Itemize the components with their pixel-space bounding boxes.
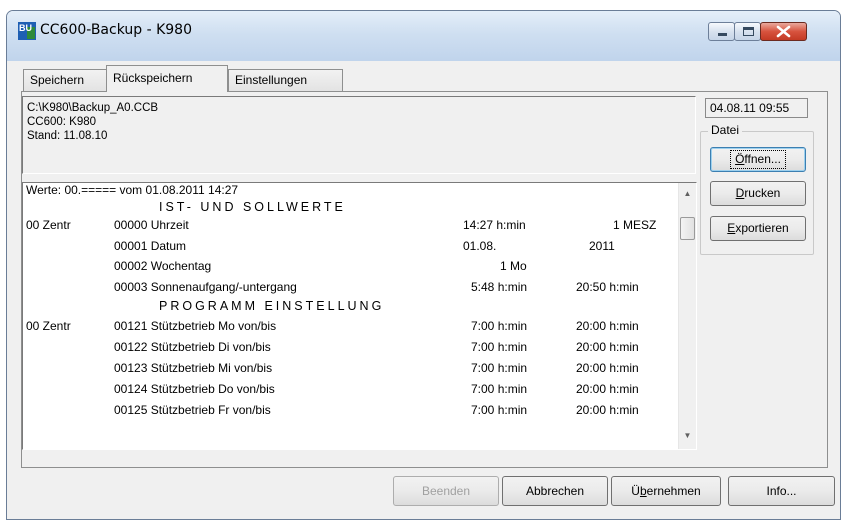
row-parameter: 00122 Stützbetrieb Di von/bis: [114, 340, 271, 354]
values-list: Werte: 00.===== vom 01.08.2011 14:27 IST…: [23, 183, 679, 449]
abbrechen-label: Abbrechen: [525, 484, 585, 498]
export-button-label: Exportieren: [727, 217, 788, 240]
list-item[interactable]: 00 Zentr 00121 Stützbetrieb Mo von/bis 7…: [23, 317, 679, 335]
tab-speichern[interactable]: Speichern: [23, 69, 107, 91]
list-header-line: Werte: 00.===== vom 01.08.2011 14:27: [23, 183, 679, 199]
row-parameter: 00124 Stützbetrieb Do von/bis: [114, 382, 275, 396]
tab-einstellungen[interactable]: Einstellungen: [228, 69, 343, 91]
row-value: 7:00 h:min: [471, 403, 528, 417]
export-button[interactable]: Exportieren: [710, 216, 806, 241]
list-item[interactable]: 00 Zentr 00000 Uhrzeit 14:27 h:min 1 MES…: [23, 216, 679, 234]
values-header-text: Werte: 00.===== vom 01.08.2011 14:27: [26, 183, 239, 197]
window-title: CC600-Backup - K980: [40, 22, 192, 38]
row-parameter: 00001 Datum: [114, 239, 187, 253]
row-value: 5:48 h:min: [471, 280, 528, 294]
backup-file-path: C:\K980\Backup_A0.CCB: [27, 102, 159, 114]
row-parameter: 00125 Stützbetrieb Fr von/bis: [114, 403, 271, 417]
values-listbox[interactable]: Werte: 00.===== vom 01.08.2011 14:27 IST…: [22, 182, 697, 450]
tab-label: Speichern: [30, 73, 85, 87]
uebernehmen-pre: Ü: [631, 484, 640, 498]
list-item[interactable]: 00001 Datum 01.08. 2011: [23, 237, 679, 255]
minimize-icon: [718, 33, 727, 36]
row-value: 7:00 h:min: [471, 340, 528, 354]
row-value-2: 20:00 h:min: [576, 382, 639, 396]
info-label: Info...: [766, 484, 797, 498]
vertical-scrollbar[interactable]: ▲ ▼: [678, 183, 696, 449]
row-value-2: 20:00 h:min: [576, 319, 639, 333]
beenden-label: Beenden: [421, 484, 471, 498]
scrollbar-thumb[interactable]: [680, 217, 695, 240]
info-button[interactable]: Info...: [728, 476, 835, 506]
tab-label: Einstellungen: [235, 73, 308, 87]
row-parameter: 00121 Stützbetrieb Mo von/bis: [114, 319, 277, 333]
row-parameter: 00002 Wochentag: [114, 259, 212, 273]
row-value: 01.08.: [463, 239, 497, 253]
print-text: rucken: [744, 186, 781, 200]
row-value: 1 Mo: [500, 259, 527, 273]
datei-group: Datei Öffnen... Drucken Exportieren: [700, 123, 814, 255]
app-icon-letter-b: BU: [19, 23, 32, 33]
maximize-icon: [743, 27, 754, 36]
uebernehmen-post: ernehmen: [646, 484, 701, 498]
maximize-button[interactable]: [734, 22, 761, 41]
row-group: 00 Zentr: [26, 319, 71, 333]
row-value-2: 20:00 h:min: [576, 340, 639, 354]
row-parameter: 00000 Uhrzeit: [114, 218, 189, 232]
open-button[interactable]: Öffnen...: [710, 147, 806, 172]
list-item[interactable]: 00123 Stützbetrieb Mi von/bis 7:00 h:min…: [23, 359, 679, 377]
row-value-2: 20:00 h:min: [576, 361, 639, 375]
row-value: 7:00 h:min: [471, 382, 528, 396]
list-item[interactable]: 00122 Stützbetrieb Di von/bis 7:00 h:min…: [23, 338, 679, 356]
backup-info-box: C:\K980\Backup_A0.CCB CC600: K980 Stand:…: [22, 96, 696, 174]
datei-group-label: Datei: [708, 123, 743, 137]
uebernehmen-button[interactable]: Übernehmen: [611, 476, 721, 506]
export-text: xportieren: [735, 221, 789, 235]
device-name: CC600: K980: [27, 116, 97, 128]
row-value: 7:00 h:min: [471, 319, 528, 333]
title-bar[interactable]: BU CC600-Backup - K980: [7, 11, 840, 61]
section-heading: PROGRAMM EINSTELLUNG: [23, 297, 679, 315]
print-button[interactable]: Drucken: [710, 181, 806, 206]
row-group: 00 Zentr: [26, 218, 71, 232]
list-item[interactable]: 00003 Sonnenaufgang/-untergang 5:48 h:mi…: [23, 278, 679, 296]
scroll-up-arrow-icon[interactable]: ▲: [679, 185, 696, 202]
uebernehmen-mnemonic: b: [639, 484, 647, 498]
row-value: 7:00 h:min: [471, 361, 528, 375]
abbrechen-button[interactable]: Abbrechen: [502, 476, 608, 506]
open-button-label: Öffnen...: [730, 150, 786, 169]
uebernehmen-label: Übernehmen: [631, 484, 700, 498]
backup-date: Stand: 11.08.10: [27, 130, 108, 142]
minimize-button[interactable]: [708, 22, 735, 41]
list-item[interactable]: 00125 Stützbetrieb Fr von/bis 7:00 h:min…: [23, 401, 679, 419]
row-value-2: 20:00 h:min: [576, 403, 639, 417]
tab-rueckspeichern[interactable]: Rückspeichern: [106, 65, 228, 92]
app-icon: BU: [18, 22, 36, 40]
print-button-label: Drucken: [736, 182, 781, 205]
list-item[interactable]: 00002 Wochentag 1 Mo: [23, 257, 679, 275]
print-mnemonic: D: [735, 186, 745, 200]
datetime-display: 04.08.11 09:55: [705, 98, 808, 118]
row-parameter: 00003 Sonnenaufgang/-untergang: [114, 280, 297, 294]
row-value-2: 1 MESZ: [613, 218, 657, 232]
row-parameter: 00123 Stützbetrieb Mi von/bis: [114, 361, 273, 375]
tab-label: Rückspeichern: [113, 71, 193, 85]
close-button[interactable]: [760, 22, 807, 41]
row-value-2: 20:50 h:min: [576, 280, 639, 294]
close-icon: [776, 25, 791, 38]
list-item[interactable]: 00124 Stützbetrieb Do von/bis 7:00 h:min…: [23, 380, 679, 398]
beenden-button[interactable]: Beenden: [393, 476, 499, 506]
section-title-ist-soll: IST- UND SOLLWERTE: [159, 200, 346, 214]
scroll-down-arrow-icon[interactable]: ▼: [679, 427, 696, 444]
section-title-programm: PROGRAMM EINSTELLUNG: [159, 299, 385, 313]
open-text: ffnen...: [744, 152, 781, 166]
section-heading: IST- UND SOLLWERTE: [23, 198, 679, 216]
row-value: 14:27 h:min: [463, 218, 526, 232]
row-value-2: 2011: [589, 239, 615, 253]
